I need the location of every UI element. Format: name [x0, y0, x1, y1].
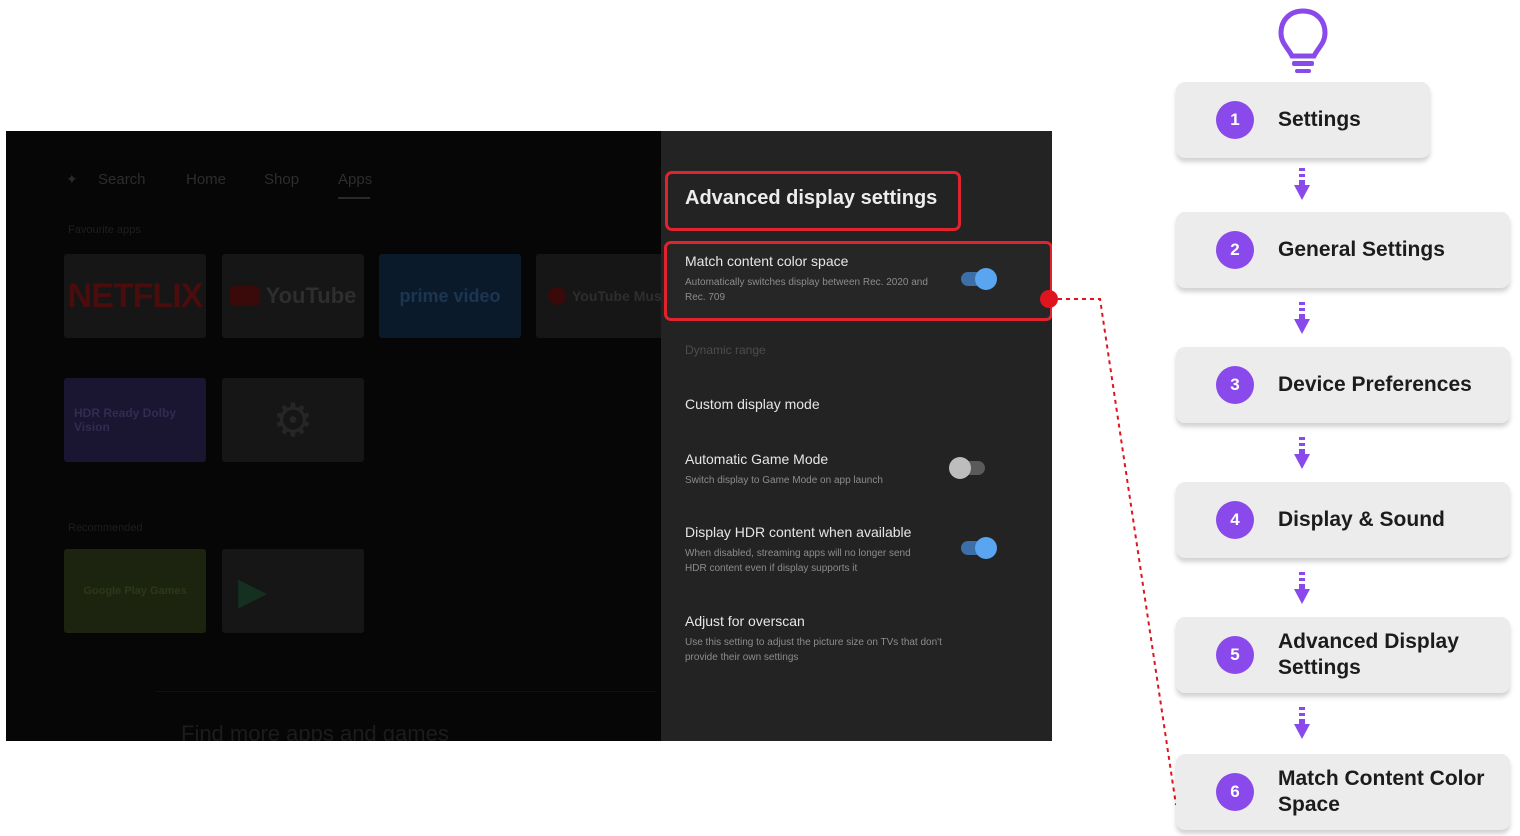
step-6: 6 Match Content Color Space [1176, 754, 1510, 830]
step-label: Device Preferences [1278, 373, 1472, 396]
arrow-down-icon [1294, 168, 1310, 200]
step-label: Settings [1278, 108, 1361, 131]
step-number: 2 [1216, 231, 1254, 269]
step-1: 1 Settings [1176, 82, 1430, 158]
arrow-down-icon [1294, 302, 1310, 334]
lightbulb-icon [1278, 8, 1328, 73]
arrow-down-icon [1294, 572, 1310, 604]
step-label: Display & Sound [1278, 508, 1445, 531]
arrow-down-icon [1294, 437, 1310, 469]
step-number: 6 [1216, 773, 1254, 811]
step-number: 5 [1216, 636, 1254, 674]
step-4: 4 Display & Sound [1176, 482, 1510, 558]
step-label: Advanced Display Settings [1278, 630, 1459, 679]
step-3: 3 Device Preferences [1176, 347, 1510, 423]
step-label: Match Content Color Space [1278, 767, 1485, 816]
connector-dot [1040, 290, 1058, 308]
arrow-down-icon [1294, 707, 1310, 739]
step-5: 5 Advanced Display Settings [1176, 617, 1510, 693]
step-number: 1 [1216, 101, 1254, 139]
step-number: 4 [1216, 501, 1254, 539]
step-number: 3 [1216, 366, 1254, 404]
step-label: General Settings [1278, 238, 1445, 261]
step-2: 2 General Settings [1176, 212, 1510, 288]
